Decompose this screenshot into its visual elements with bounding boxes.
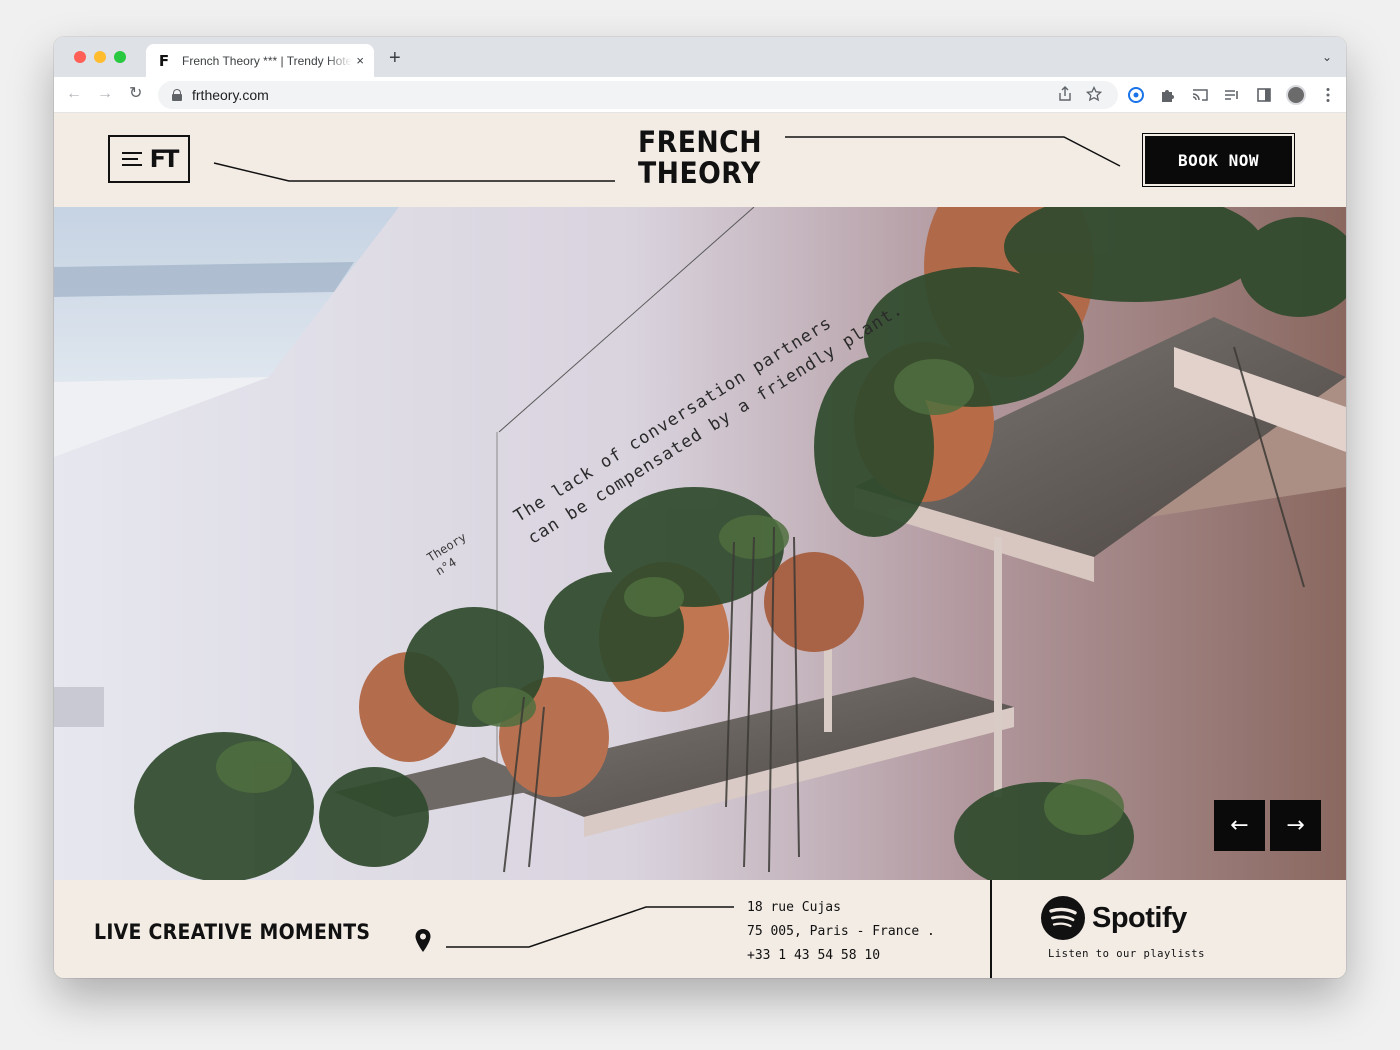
lock-icon[interactable] <box>172 89 182 101</box>
hamburger-icon <box>121 152 142 166</box>
sidebar-icon[interactable] <box>1254 85 1274 105</box>
tab-title: French Theory *** | Trendy Hotel <box>182 53 352 68</box>
slider-next-button[interactable]: → <box>1270 800 1321 851</box>
url-text[interactable]: frtheory.com <box>192 87 269 103</box>
logo-line-2: THEORY <box>638 156 761 190</box>
arrow-left-icon: ← <box>1230 813 1249 838</box>
website-page: FT FRENCH THEORY BOOK NOW The lack of co… <box>54 113 1346 978</box>
slider-prev-button[interactable]: ← <box>1214 800 1265 851</box>
site-logo[interactable]: FRENCH THEORY <box>638 125 762 190</box>
browser-window: F French Theory *** | Trendy Hotel × + ⌄… <box>54 37 1346 978</box>
site-header: FT FRENCH THEORY BOOK NOW <box>54 113 1346 207</box>
browser-toolbar: ← → ↻ frtheory.com <box>54 77 1346 113</box>
ft-monogram: FT <box>149 145 180 173</box>
address-street: 18 rue Cujas <box>747 900 841 915</box>
menu-button[interactable]: FT <box>108 135 190 183</box>
close-window-button[interactable] <box>74 51 86 63</box>
info-bar: LIVE CREATIVE MOMENTS 18 rue Cujas 75 00… <box>54 880 1346 978</box>
tab-search-icon[interactable]: ⌄ <box>1322 50 1332 64</box>
hero-photo <box>54 207 1346 880</box>
star-icon[interactable] <box>1086 86 1102 102</box>
new-tab-button[interactable]: + <box>389 48 401 68</box>
active-tab[interactable]: F French Theory *** | Trendy Hotel × <box>146 44 374 77</box>
address-bar[interactable]: frtheory.com <box>158 81 1118 109</box>
media-queue-icon[interactable] <box>1222 85 1242 105</box>
spotify-wordmark: Spotify <box>1092 901 1187 934</box>
minimize-window-button[interactable] <box>94 51 106 63</box>
book-now-button[interactable]: BOOK NOW <box>1142 133 1295 187</box>
hero-slider: The lack of conversation partners can be… <box>54 207 1346 880</box>
tab-close-icon[interactable]: × <box>356 53 364 68</box>
spotify-link[interactable]: Spotify <box>1040 895 1187 941</box>
spotify-caption[interactable]: Listen to our playlists <box>1048 948 1205 960</box>
address-decor-line <box>446 906 734 948</box>
maximize-window-button[interactable] <box>114 51 126 63</box>
kebab-menu-icon[interactable] <box>1318 85 1338 105</box>
profile-avatar[interactable] <box>1286 85 1306 105</box>
logo-line-1: FRENCH <box>638 125 762 159</box>
info-divider <box>990 880 992 978</box>
phone-number[interactable]: +33 1 43 54 58 10 <box>747 944 935 968</box>
address-block: 18 rue Cujas 75 005, Paris - France . +3… <box>747 896 935 968</box>
password-icon[interactable] <box>1126 85 1146 105</box>
tab-strip: F French Theory *** | Trendy Hotel × + ⌄ <box>54 37 1346 77</box>
back-button[interactable]: ← <box>66 84 82 104</box>
favicon-icon: F <box>158 51 170 70</box>
cast-icon[interactable] <box>1190 85 1210 105</box>
arrow-right-icon: → <box>1286 813 1305 838</box>
forward-button[interactable]: → <box>97 84 113 104</box>
share-icon[interactable] <box>1058 86 1072 102</box>
address-city: 75 005, Paris - France . <box>747 924 935 939</box>
spotify-icon <box>1041 896 1085 940</box>
reload-button[interactable]: ↻ <box>129 84 142 104</box>
puzzle-extension-icon[interactable] <box>1158 85 1178 105</box>
